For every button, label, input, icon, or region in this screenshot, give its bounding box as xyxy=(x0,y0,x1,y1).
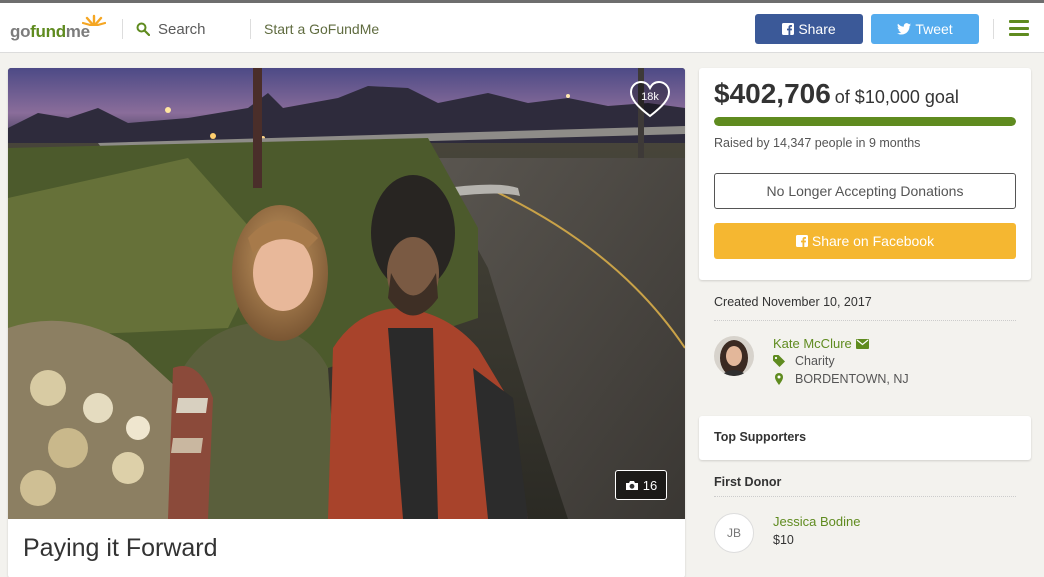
first-donor-title: First Donor xyxy=(714,475,782,489)
raised-summary: $402,706 of $10,000 goal xyxy=(714,78,959,110)
donor-name-link[interactable]: Jessica Bodine xyxy=(773,514,860,529)
tweet-button[interactable]: Tweet xyxy=(871,14,979,44)
no-longer-accepting-button[interactable]: No Longer Accepting Donations xyxy=(714,173,1016,209)
photo-count: 16 xyxy=(642,477,658,493)
header-divider xyxy=(122,19,123,39)
divider xyxy=(714,320,1016,321)
organizer-name-link[interactable]: Kate McClure xyxy=(773,336,869,351)
divider xyxy=(714,496,1016,497)
organizer-avatar[interactable] xyxy=(714,336,754,376)
heart-count: 18k xyxy=(641,91,659,103)
map-marker-icon xyxy=(775,373,783,385)
organizer-name: Kate McClure xyxy=(773,336,852,351)
created-date: Created November 10, 2017 xyxy=(714,295,872,309)
photo-gallery-button[interactable]: 16 xyxy=(615,470,667,500)
top-supporters-title: Top Supporters xyxy=(714,430,807,444)
top-supporters-card[interactable]: Top Supporters xyxy=(699,416,1031,460)
camera-icon xyxy=(625,480,638,490)
search-label: Search xyxy=(158,20,206,38)
logo-wordmark: gofundme xyxy=(10,22,90,41)
organizer-location: BORDENTOWN, NJ xyxy=(773,372,909,386)
header-divider xyxy=(993,19,994,39)
search-icon xyxy=(136,22,150,36)
hamburger-menu-icon[interactable] xyxy=(1009,20,1029,36)
campaign-photo[interactable] xyxy=(8,68,685,519)
progress-bar xyxy=(714,117,1016,126)
raised-by-text: Raised by 14,347 people in 9 months xyxy=(714,136,921,150)
donor-amount: $10 xyxy=(773,533,794,547)
first-donor-section: First Donor JB Jessica Bodine $10 xyxy=(699,468,1031,577)
location-label: BORDENTOWN, NJ xyxy=(795,372,909,386)
facebook-icon xyxy=(782,23,795,35)
organizer-category: Charity xyxy=(773,354,835,368)
tag-icon xyxy=(773,355,785,367)
start-gofundme-link[interactable]: Start a GoFundMe xyxy=(264,21,379,37)
campaign-photo-card: 18k 16 Paying it Forward xyxy=(8,68,685,577)
tweet-label: Tweet xyxy=(915,21,953,37)
gofundme-logo[interactable]: gofundme xyxy=(10,14,106,42)
search-link[interactable]: Search xyxy=(136,19,206,39)
envelope-icon[interactable] xyxy=(855,338,869,349)
twitter-icon xyxy=(897,23,912,35)
organizer-photo xyxy=(714,336,754,376)
share-label: Share xyxy=(798,21,836,37)
category-label: Charity xyxy=(795,354,835,368)
share-on-facebook-label: Share on Facebook xyxy=(811,233,935,249)
campaign-title: Paying it Forward xyxy=(23,534,218,562)
facebook-share-button[interactable]: Share xyxy=(755,14,863,44)
donation-card: $402,706 of $10,000 goal Raised by 14,34… xyxy=(699,68,1031,280)
raised-amount: $402,706 xyxy=(714,78,831,109)
site-header: gofundme Search Start a GoFundMe Share T… xyxy=(0,3,1044,53)
donor-avatar: JB xyxy=(714,513,754,553)
header-divider xyxy=(250,19,251,39)
share-on-facebook-button[interactable]: Share on Facebook xyxy=(714,223,1016,259)
progress-fill xyxy=(714,117,1016,126)
heart-button[interactable]: 18k xyxy=(629,80,671,120)
facebook-icon xyxy=(795,235,808,247)
goal-text: of $10,000 goal xyxy=(834,87,959,107)
